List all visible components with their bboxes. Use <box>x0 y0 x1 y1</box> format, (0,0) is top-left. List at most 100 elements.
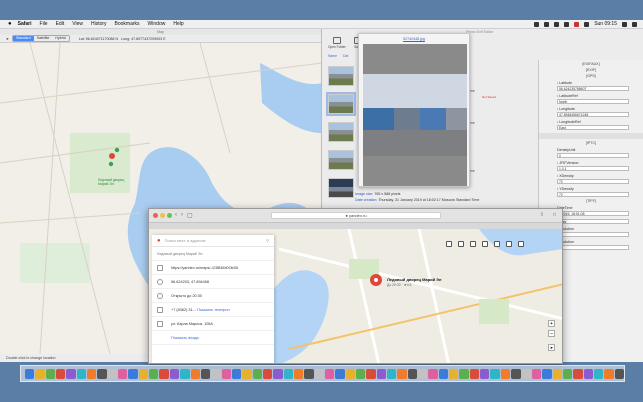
print-icon[interactable] <box>482 241 488 247</box>
dock-app-icon[interactable] <box>376 368 387 379</box>
menu-help[interactable]: Help <box>173 21 183 27</box>
info-row-link[interactable]: https://yandex.ru/maps/-/CBBDM0Ok5D <box>152 261 274 275</box>
show-entrances-link[interactable]: Показать входы <box>152 331 274 345</box>
dock-app-icon[interactable] <box>35 368 45 379</box>
dock-app-icon[interactable] <box>500 368 511 379</box>
dock-app-icon[interactable] <box>87 368 97 379</box>
dock-app-icon[interactable] <box>138 368 149 379</box>
menu-icon[interactable] <box>518 241 524 247</box>
status-icon[interactable] <box>554 21 560 27</box>
dock-app-icon[interactable] <box>25 368 35 379</box>
dock-app-icon[interactable] <box>335 368 345 379</box>
x-resolution-field[interactable]: 72 <box>557 232 629 237</box>
preview-filename[interactable]: 52742448.jpg <box>359 37 469 41</box>
datetime-field[interactable]: 1/2019, 18:51:08 <box>557 211 629 216</box>
mode-hybrid[interactable]: Hybrid <box>52 36 68 41</box>
tabs-icon[interactable]: □ <box>553 212 556 218</box>
info-row-address[interactable]: ул. Карла Маркса, 105А <box>152 317 274 331</box>
dock-app-icon[interactable] <box>459 368 469 379</box>
dock-app-icon[interactable] <box>252 368 262 379</box>
zoom-in-button[interactable]: + <box>548 320 555 327</box>
x-density-field[interactable]: 72 <box>557 179 629 184</box>
info-row-phone[interactable]: +7 (8362) 31-.. Показать телефон <box>152 303 274 317</box>
dock-app-icon[interactable] <box>180 368 190 379</box>
dock-app-icon[interactable] <box>107 368 118 379</box>
density-unit-field[interactable]: 0 <box>557 153 629 158</box>
back-icon[interactable]: ‹ <box>175 212 177 219</box>
menu-file[interactable]: File <box>40 21 48 27</box>
section-exif[interactable]: [EXIF] <box>545 68 637 72</box>
dock-app-icon[interactable] <box>407 368 418 379</box>
zoom-button[interactable] <box>167 213 172 218</box>
info-row-hours[interactable]: Открыто до 20:30 <box>152 289 274 303</box>
longitude-ref-select[interactable]: East <box>557 125 629 130</box>
route-icon[interactable] <box>458 241 464 247</box>
search-box[interactable]: ● Поиск мест и адресов ⚲ <box>152 235 274 247</box>
dock-app-icon[interactable] <box>273 368 283 379</box>
search-icon[interactable] <box>622 21 627 27</box>
locate-me-button[interactable]: ➤ <box>548 344 555 351</box>
address-bar[interactable]: ● yandex.ru <box>271 212 441 219</box>
latitude-ref-select[interactable]: North <box>557 99 629 104</box>
clock[interactable]: Sun 09:15 <box>594 21 617 27</box>
pencil-icon[interactable] <box>494 241 500 247</box>
dock-app-icon[interactable] <box>262 368 273 379</box>
dock-app-icon[interactable] <box>324 368 335 379</box>
ruler-icon[interactable] <box>470 241 476 247</box>
dock-app-icon[interactable] <box>345 368 355 379</box>
show-phone-link[interactable]: Показать телефон <box>197 308 230 312</box>
layers-icon[interactable] <box>446 241 452 247</box>
section-iptc[interactable]: [IPTC] <box>545 141 637 145</box>
dock-app-icon[interactable] <box>211 368 221 379</box>
share-icon[interactable]: ⇧ <box>540 212 544 218</box>
jfif-version-field[interactable]: 1.0.1 <box>557 166 629 171</box>
dock-app-icon[interactable] <box>149 368 159 379</box>
tab-date[interactable]: Dat <box>343 54 348 58</box>
info-row-coordinates[interactable]: 56.624203, 47.894468 <box>152 275 274 289</box>
dock-app-icon[interactable] <box>614 368 624 379</box>
menu-app[interactable]: Safari <box>18 21 32 27</box>
traffic-icon[interactable] <box>506 241 512 247</box>
dock-app-icon[interactable] <box>562 368 573 379</box>
menu-view[interactable]: View <box>72 21 83 27</box>
battery-icon[interactable] <box>584 21 590 27</box>
dock-app-icon[interactable] <box>593 368 604 379</box>
dock-app-icon[interactable] <box>169 368 180 379</box>
dock-app-icon[interactable] <box>221 368 231 379</box>
dock-app-icon[interactable] <box>45 368 56 379</box>
dock-app-icon[interactable] <box>521 368 531 379</box>
latitude-field[interactable]: 56.62423578860T <box>557 86 629 91</box>
dock-app-icon[interactable] <box>542 368 552 379</box>
close-button[interactable] <box>153 213 158 218</box>
dock-app-icon[interactable] <box>66 368 76 379</box>
dock-app-icon[interactable] <box>200 368 211 379</box>
dock-app-icon[interactable] <box>356 368 366 379</box>
longitude-field[interactable]: 47.8948456674248 <box>557 112 629 117</box>
dock-app-icon[interactable] <box>552 368 562 379</box>
menu-list-icon[interactable] <box>632 21 637 27</box>
menu-history[interactable]: History <box>91 21 107 27</box>
dock-app-icon[interactable] <box>469 368 480 379</box>
tab-name[interactable]: Name <box>328 54 337 58</box>
mode-standard[interactable]: Standard <box>13 36 34 41</box>
menu-bookmarks[interactable]: Bookmarks <box>115 21 140 27</box>
search-icon[interactable]: ⚲ <box>266 238 269 243</box>
mode-satellite[interactable]: Satellite <box>34 36 53 41</box>
search-input[interactable]: Поиск мест и адресов <box>165 238 206 243</box>
dock-app-icon[interactable] <box>242 368 252 379</box>
photo-thumbnail[interactable] <box>326 92 356 116</box>
language-flag-icon[interactable] <box>574 21 580 27</box>
dock-app-icon[interactable] <box>76 368 87 379</box>
dock-app-icon[interactable] <box>314 368 324 379</box>
dock-app-icon[interactable] <box>304 368 314 379</box>
photo-thumbnail[interactable] <box>328 150 354 170</box>
dock-app-icon[interactable] <box>511 368 521 379</box>
photo-thumbnail[interactable] <box>328 66 354 86</box>
zoom-out-button[interactable]: – <box>548 330 555 337</box>
section-exifaux[interactable]: [EXIFAUX] <box>545 62 637 66</box>
status-icon[interactable] <box>534 21 540 27</box>
apple-menu-icon[interactable]: ● <box>8 21 12 27</box>
dock-app-icon[interactable] <box>449 368 459 379</box>
sidebar-icon[interactable]: ▢ <box>187 212 193 219</box>
dock-app-icon[interactable] <box>366 368 376 379</box>
